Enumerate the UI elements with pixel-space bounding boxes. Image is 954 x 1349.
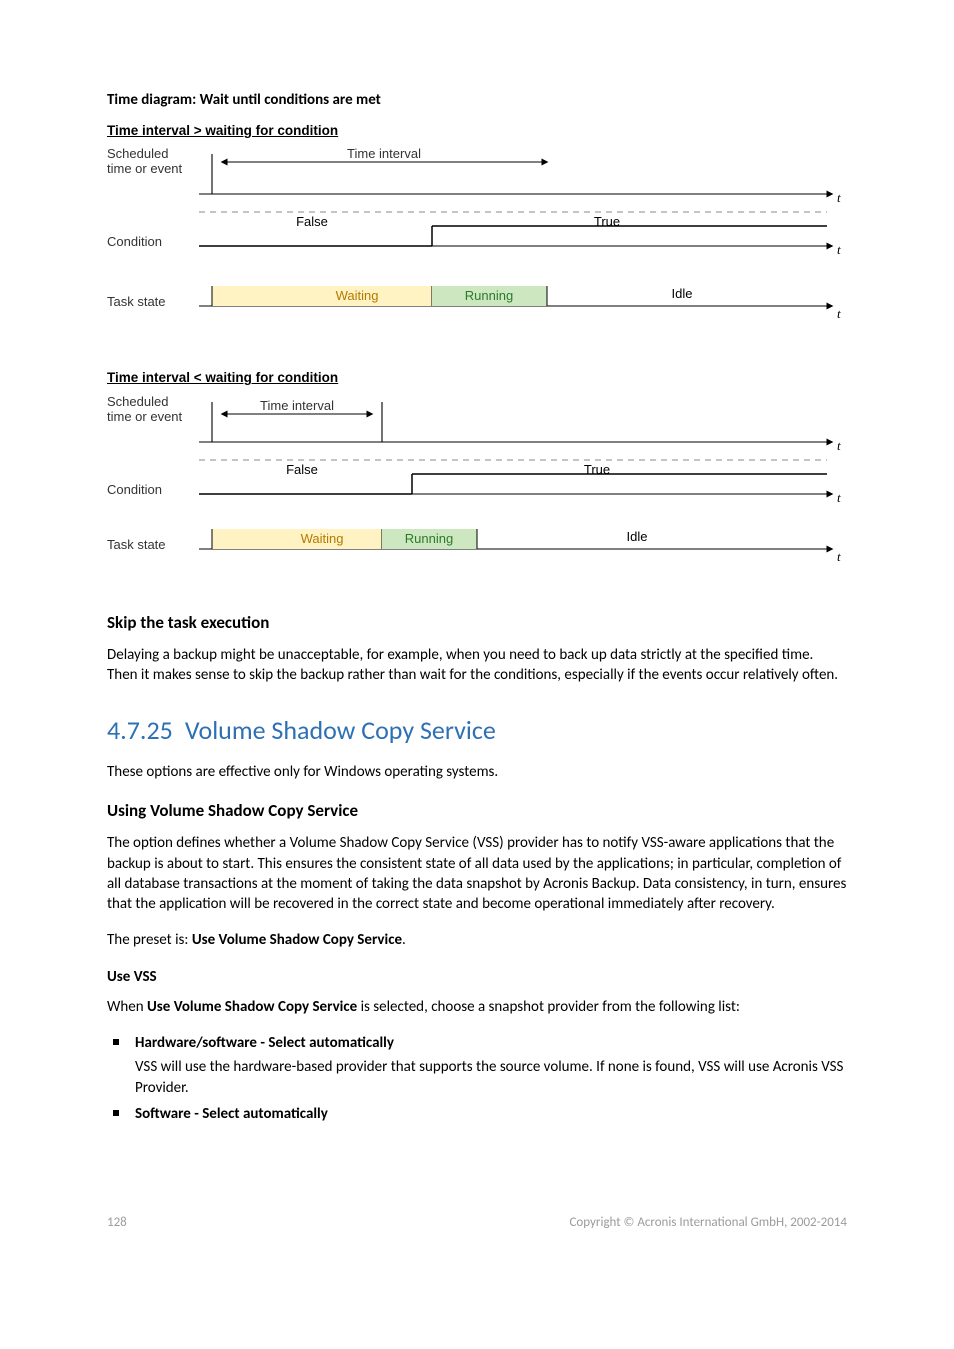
vss-section-heading: 4.7.25 Volume Shadow Copy Service bbox=[107, 713, 847, 748]
d1-task-label: Task state bbox=[107, 294, 166, 309]
d2-true: True bbox=[584, 462, 610, 477]
time-diagram-heading: Time diagram: Wait until conditions are … bbox=[107, 90, 847, 110]
page-footer: 128 Copyright © Acronis International Gm… bbox=[107, 1214, 847, 1232]
d2-idle2: Idle bbox=[627, 529, 648, 544]
d1-time-interval: Time interval bbox=[347, 146, 421, 161]
use-vss-heading: Use VSS bbox=[107, 967, 847, 987]
d2-task-label: Task state bbox=[107, 537, 166, 552]
using-vss-paragraph: The option defines whether a Volume Shad… bbox=[107, 833, 847, 914]
d2-sched-label-l2: time or event bbox=[107, 409, 183, 424]
bullet-2-title: Software - Select automatically bbox=[135, 1105, 328, 1123]
use-vss-suffix: is selected, choose a snapshot provider … bbox=[357, 998, 740, 1016]
vss-section-number: 4.7.25 bbox=[107, 714, 173, 746]
d1-running: Running bbox=[465, 288, 513, 303]
preset-bold: Use Volume Shadow Copy Service bbox=[192, 931, 402, 949]
list-item: Hardware/software - Select automatically… bbox=[107, 1033, 847, 1098]
diagram-1-title: Time interval > waiting for condition bbox=[107, 122, 847, 140]
d2-t3: t bbox=[837, 549, 841, 564]
list-item: Software - Select automatically bbox=[107, 1104, 847, 1124]
using-vss-heading: Using Volume Shadow Copy Service bbox=[107, 800, 847, 823]
preset-prefix: The preset is: bbox=[107, 931, 192, 949]
d2-t2: t bbox=[837, 490, 841, 505]
d2-running: Running bbox=[405, 531, 453, 546]
d2-false: False bbox=[286, 462, 318, 477]
provider-list: Hardware/software - Select automatically… bbox=[107, 1033, 847, 1124]
diagram-2-svg: Scheduled time or event Time interval t … bbox=[107, 394, 847, 584]
d1-waiting: Waiting bbox=[336, 288, 379, 303]
d2-t1: t bbox=[837, 438, 841, 453]
d2-time-interval: Time interval bbox=[260, 398, 334, 413]
d1-cond-label: Condition bbox=[107, 234, 162, 249]
bullet-1-body: VSS will use the hardware-based provider… bbox=[135, 1057, 847, 1098]
d1-false: False bbox=[296, 214, 328, 229]
preset-suffix: . bbox=[402, 931, 406, 949]
use-vss-paragraph: When Use Volume Shadow Copy Service is s… bbox=[107, 997, 847, 1017]
page-number: 128 bbox=[107, 1214, 127, 1232]
diagram-1-svg: Scheduled time or event Time interval t … bbox=[107, 146, 847, 341]
d1-sched-label-l1: Scheduled bbox=[107, 146, 168, 161]
use-vss-bold: Use Volume Shadow Copy Service bbox=[147, 998, 357, 1016]
vss-intro-paragraph: These options are effective only for Win… bbox=[107, 762, 847, 782]
d1-true: True bbox=[594, 214, 620, 229]
d1-t3: t bbox=[837, 306, 841, 321]
diagram-1-wrap: Time interval > waiting for condition Sc… bbox=[107, 122, 847, 341]
skip-heading: Skip the task execution bbox=[107, 612, 847, 635]
d1-t2: t bbox=[837, 242, 841, 257]
d1-t1: t bbox=[837, 190, 841, 205]
diagram-2-title: Time interval < waiting for condition bbox=[107, 369, 847, 387]
use-vss-prefix: When bbox=[107, 998, 147, 1016]
bullet-1-title: Hardware/software - Select automatically bbox=[135, 1034, 394, 1052]
d2-waiting: Waiting bbox=[301, 531, 344, 546]
preset-paragraph: The preset is: Use Volume Shadow Copy Se… bbox=[107, 930, 847, 950]
copyright-text: Copyright © Acronis International GmbH, … bbox=[569, 1214, 847, 1232]
d1-sched-label-l2: time or event bbox=[107, 161, 183, 176]
d1-idle2: Idle bbox=[672, 286, 693, 301]
diagram-2-wrap: Time interval < waiting for condition Sc… bbox=[107, 369, 847, 583]
d2-sched-label-l1: Scheduled bbox=[107, 394, 168, 409]
d2-cond-label: Condition bbox=[107, 482, 162, 497]
vss-section-title: Volume Shadow Copy Service bbox=[185, 714, 496, 746]
skip-paragraph: Delaying a backup might be unacceptable,… bbox=[107, 645, 847, 686]
